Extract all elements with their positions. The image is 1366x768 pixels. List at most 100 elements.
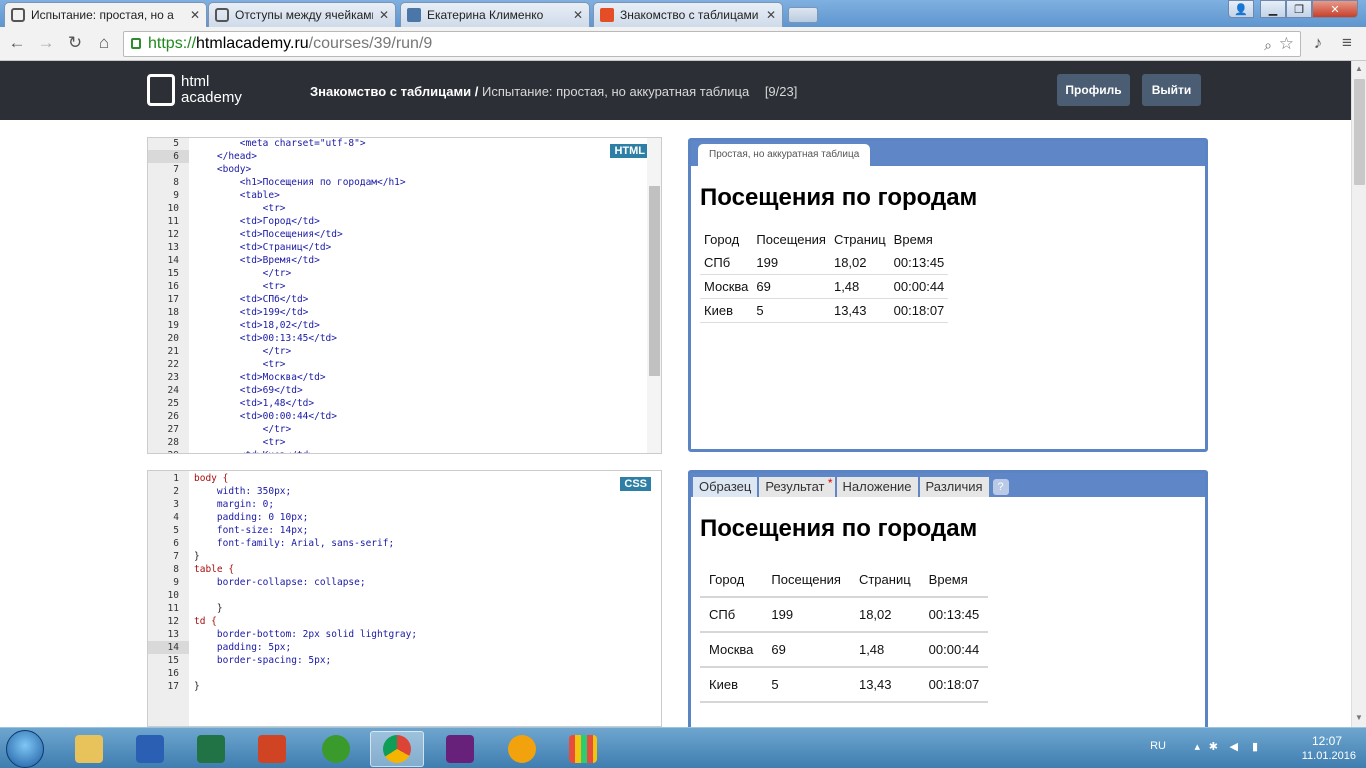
close-tab-icon[interactable]: ✕ (190, 8, 200, 22)
code-text[interactable]: } (194, 602, 223, 615)
extension-icon[interactable]: ♪ (1307, 32, 1329, 54)
code-text[interactable]: <tr> (194, 436, 286, 449)
tab-task-title[interactable]: Простая, но аккуратная таблица (698, 144, 871, 166)
code-line[interactable]: 15 border-spacing: 5px; (148, 654, 661, 667)
tray-arrow-icon[interactable]: ▴ (1194, 740, 1200, 753)
code-text[interactable]: <td>Москва</td> (194, 371, 326, 384)
forward-icon[interactable]: → (35, 32, 57, 54)
code-line[interactable]: 29 <td>Киев</td> (148, 449, 661, 453)
code-line[interactable]: 6 font-family: Arial, sans-serif; (148, 537, 661, 550)
code-line[interactable]: 11 <td>Город</td> (148, 215, 661, 228)
chrome-icon[interactable] (370, 731, 424, 767)
help-icon[interactable]: ? (992, 479, 1009, 495)
code-line[interactable]: 8 table { (148, 563, 661, 576)
code-line[interactable]: 2 width: 350px; (148, 485, 661, 498)
code-line[interactable]: 10 <tr> (148, 202, 661, 215)
clock-date[interactable]: 11.01.2016 (1302, 750, 1356, 762)
bluetooth-icon[interactable]: ✱ (1209, 740, 1218, 753)
code-text[interactable]: <td>Город</td> (194, 215, 320, 228)
tab-result[interactable]: Результат * (759, 476, 835, 497)
scroll-up-icon[interactable]: ▲ (1355, 64, 1363, 73)
code-line[interactable]: 9 border-collapse: collapse; (148, 576, 661, 589)
code-line[interactable]: 12 td { (148, 615, 661, 628)
reload-icon[interactable]: ↻ (64, 32, 86, 54)
code-text[interactable]: <td>Посещения</td> (194, 228, 343, 241)
code-line[interactable]: 10 (148, 589, 661, 602)
page-scrollbar[interactable]: ▲ ▼ (1351, 61, 1366, 727)
browser-tab-1[interactable]: Испытание: простая, но а ✕ (4, 2, 207, 27)
code-line[interactable]: 1 body { (148, 472, 661, 485)
code-text[interactable]: <td>Страниц</td> (194, 241, 332, 254)
code-line[interactable]: 28 <tr> (148, 436, 661, 449)
code-text[interactable]: <td>Киев</td> (194, 449, 314, 453)
page-scroll-thumb[interactable] (1354, 79, 1365, 185)
editor-scrollbar[interactable] (647, 138, 661, 453)
code-line[interactable]: 8 <h1>Посещения по городам</h1> (148, 176, 661, 189)
code-line[interactable]: 12 <td>Посещения</td> (148, 228, 661, 241)
close-window-icon[interactable]: ✕ (1312, 0, 1358, 18)
clock-time[interactable]: 12:07 (1312, 734, 1342, 748)
code-text[interactable]: <tr> (194, 202, 286, 215)
code-line[interactable]: 21 </tr> (148, 345, 661, 358)
code-text[interactable]: table { (194, 563, 234, 576)
code-text[interactable]: border-collapse: collapse; (194, 576, 366, 589)
code-line[interactable]: 17 <td>СПб</td> (148, 293, 661, 306)
powerpoint-icon[interactable] (245, 731, 299, 767)
code-text[interactable]: <td>1,48</td> (194, 397, 314, 410)
visual-studio-icon[interactable] (433, 731, 487, 767)
code-line[interactable]: 9 <table> (148, 189, 661, 202)
code-text[interactable]: <tr> (194, 280, 286, 293)
code-text[interactable]: <td>69</td> (194, 384, 303, 397)
editor-scroll-thumb[interactable] (649, 186, 660, 376)
code-line[interactable]: 13 <td>Страниц</td> (148, 241, 661, 254)
excel-icon[interactable] (184, 731, 238, 767)
code-line[interactable]: 18 <td>199</td> (148, 306, 661, 319)
code-line[interactable]: 7} (148, 550, 661, 563)
browser-tab-2[interactable]: Отступы между ячейками ✕ (208, 2, 396, 27)
scroll-down-icon[interactable]: ▼ (1355, 713, 1363, 722)
grid-app-icon[interactable] (556, 731, 610, 767)
code-text[interactable]: body { (194, 472, 228, 485)
code-text[interactable]: padding: 0 10px; (194, 511, 309, 524)
tab-sample[interactable]: Образец (693, 477, 758, 497)
code-text[interactable]: } (194, 550, 200, 563)
explorer-icon[interactable] (62, 731, 116, 767)
new-tab-button[interactable] (788, 7, 818, 23)
code-line[interactable]: 3 margin: 0; (148, 498, 661, 511)
code-line[interactable]: 7 <body> (148, 163, 661, 176)
code-line[interactable]: 4 padding: 0 10px; (148, 511, 661, 524)
code-text[interactable]: font-size: 14px; (194, 524, 309, 537)
code-text[interactable]: <td>Время</td> (194, 254, 320, 267)
archicad-icon[interactable] (495, 731, 549, 767)
minimize-icon[interactable]: ▁ (1260, 0, 1286, 18)
code-text[interactable]: <body> (194, 163, 251, 176)
code-text[interactable]: padding: 5px; (194, 641, 291, 654)
close-tab-icon[interactable]: ✕ (573, 8, 583, 22)
code-text[interactable]: <td>00:13:45</td> (194, 332, 337, 345)
code-text[interactable]: width: 350px; (194, 485, 291, 498)
browser-tab-4[interactable]: Знакомство с таблицами ✕ (593, 2, 783, 27)
breadcrumb-course[interactable]: Знакомство с таблицами / (310, 84, 478, 99)
code-line[interactable]: 23 <td>Москва</td> (148, 371, 661, 384)
logout-button[interactable]: Выйти (1142, 74, 1201, 106)
code-line[interactable]: 5 font-size: 14px; (148, 524, 661, 537)
site-logo[interactable]: html academy (147, 74, 242, 106)
browser-tab-3[interactable]: Екатерина Клименко ✕ (400, 2, 590, 27)
home-icon[interactable]: ⌂ (93, 32, 115, 54)
code-line[interactable]: 24 <td>69</td> (148, 384, 661, 397)
code-line[interactable]: 19 <td>18,02</td> (148, 319, 661, 332)
code-line[interactable]: 13 border-bottom: 2px solid lightgray; (148, 628, 661, 641)
code-text[interactable]: td { (194, 615, 217, 628)
code-line[interactable]: 6 </head> (148, 150, 661, 163)
close-tab-icon[interactable]: ✕ (379, 8, 389, 22)
code-text[interactable]: <h1>Посещения по городам</h1> (194, 176, 406, 189)
menu-icon[interactable]: ≡ (1336, 32, 1358, 54)
css-editor[interactable]: 1 body {2 width: 350px; 3 margin: 0; 4 padd… (147, 470, 662, 727)
network-icon[interactable]: ▮ (1252, 740, 1258, 753)
code-line[interactable]: 15 </tr> (148, 267, 661, 280)
code-text[interactable]: } (194, 680, 200, 693)
utorrent-icon[interactable] (309, 731, 363, 767)
code-line[interactable]: 14 <td>Время</td> (148, 254, 661, 267)
close-tab-icon[interactable]: ✕ (766, 8, 776, 22)
back-icon[interactable]: ← (6, 32, 28, 54)
